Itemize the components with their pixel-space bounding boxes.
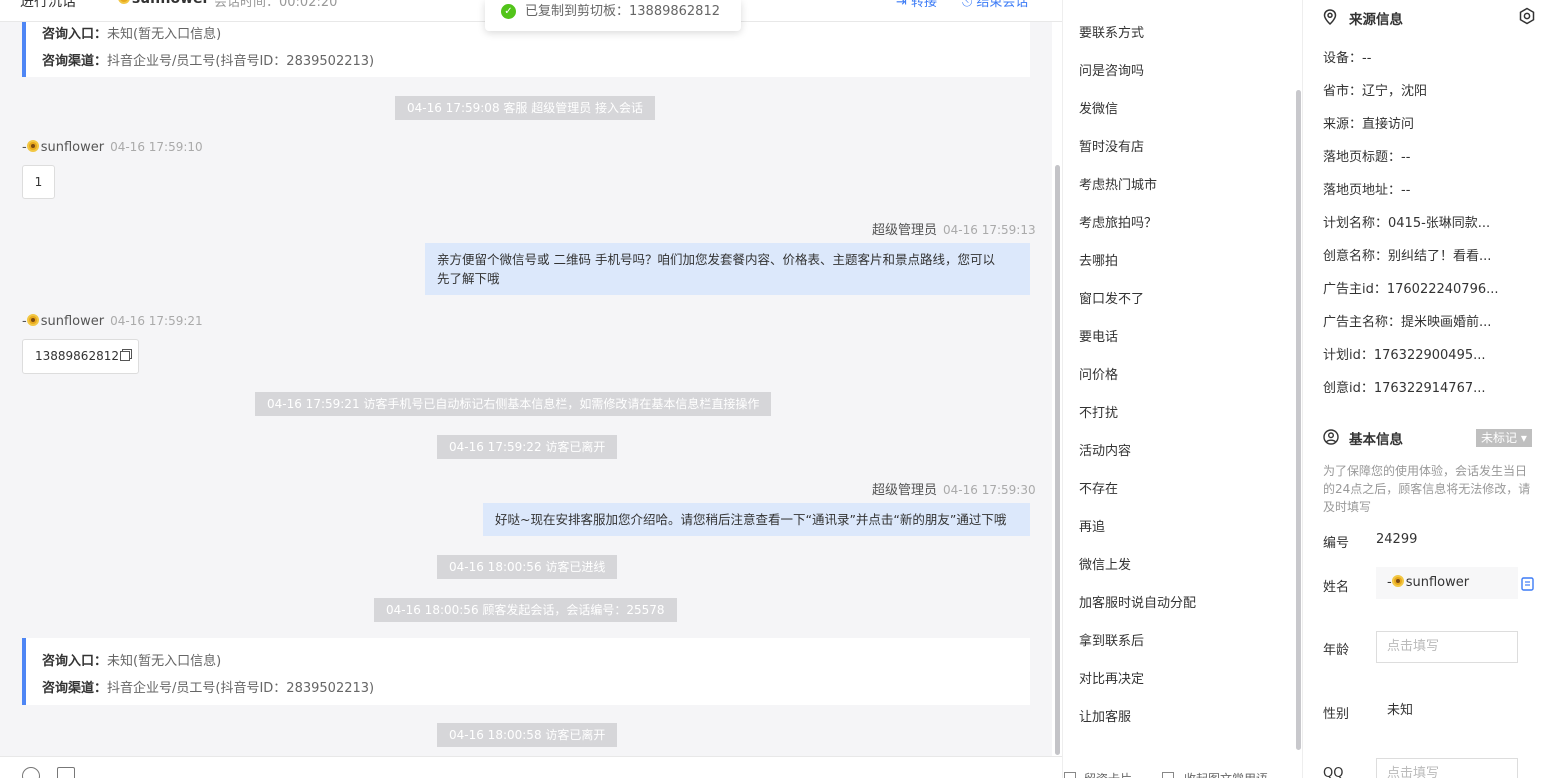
visitor-message: 13889862812 (22, 339, 139, 374)
agent-message: 好哒~现在安排客服加您介绍哈。请您稍后注意查看一下“通讯录”并点击“新的朋友”通… (483, 503, 1030, 536)
quick-reply-item[interactable]: 微信上发 (1079, 554, 1131, 573)
system-message: 04-16 17:59:08 客服 超级管理员 接入会话 (395, 96, 656, 120)
name-field[interactable]: - sunflower (1376, 567, 1518, 599)
entry-row: 咨询入口：未知(暂无入口信息) (42, 654, 222, 669)
quick-replies-panel: 要联系方式 问是咨询吗 发微信 暂时没有店 考虑热门城市 考虑旅拍吗？ 去哪拍 … (1062, 0, 1302, 778)
system-message: 04-16 17:59:22 访客已离开 (437, 435, 618, 459)
mark-status-dropdown[interactable]: 未标记 ▾ (1476, 429, 1532, 447)
landing-page-url: 落地页地址：-- (1323, 183, 1411, 198)
sunflower-avatar-icon (26, 140, 39, 152)
settings-icon[interactable] (1518, 7, 1536, 25)
sunflower-avatar-icon (26, 314, 39, 326)
source-device: 设备：-- (1323, 51, 1372, 66)
image-icon[interactable] (57, 767, 75, 778)
card-icon (1064, 772, 1076, 778)
edit-hint: 为了保障您的使用体验，会话发生当日的24点之后，顾客信息将无法修改，请及时填写 (1323, 464, 1531, 514)
quick-reply-item[interactable]: 问价格 (1079, 364, 1118, 383)
lead-card-button[interactable]: 留资卡片 (1084, 770, 1132, 778)
age-input[interactable]: 点击填写 (1376, 631, 1518, 663)
sunflower-avatar-icon (1391, 575, 1404, 587)
quick-reply-item[interactable]: 考虑旅拍吗？ (1079, 212, 1157, 231)
sunflower-avatar-icon (117, 0, 130, 4)
chat-visitor-name: -sunflower (112, 0, 209, 7)
quick-reply-item[interactable]: 考虑热门城市 (1079, 174, 1157, 193)
quick-reply-item[interactable]: 暂时没有店 (1079, 136, 1144, 155)
source-channel: 来源：直接访问 (1323, 117, 1415, 132)
advertiser-id: 广告主id：176022240796... (1323, 282, 1499, 297)
creative-name: 创意名称：别纠结了！看看... (1323, 249, 1492, 264)
visitor-meta: - sunflower 04-16 17:59:21 (22, 314, 203, 329)
creative-id: 创意id：176322914767... (1323, 381, 1486, 396)
chat-input-toolbar (0, 756, 1062, 778)
collapse-quick-replies-button[interactable]: 收起图文常用语 (1184, 770, 1268, 778)
consult-info-card: 咨询入口：未知(暂无入口信息) 咨询渠道：抖音企业号/员工号(抖音号ID：283… (22, 638, 1030, 705)
system-message: 04-16 18:00:58 访客已离开 (437, 723, 618, 747)
plan-name: 计划名称：0415-张琳同款... (1323, 216, 1491, 231)
quick-reply-item[interactable]: 要电话 (1079, 326, 1118, 345)
qq-input[interactable]: 点击填写 (1376, 758, 1518, 778)
agent-meta: 超级管理员 04-16 17:59:30 (872, 483, 1036, 498)
agent-meta: 超级管理员 04-16 17:59:13 (872, 223, 1036, 238)
quick-reply-item[interactable]: 加客服时说自动分配 (1079, 592, 1196, 611)
plan-id: 计划id：176322900495... (1323, 348, 1486, 363)
copy-icon[interactable] (1521, 577, 1534, 591)
customer-info-panel: 来源信息 设备：-- 省市：辽宁，沈阳 来源：直接访问 落地页标题：-- 落地页… (1302, 0, 1543, 778)
transfer-button[interactable]: ⇥ 转接 (896, 0, 937, 10)
age-label: 年龄 (1323, 643, 1350, 658)
session-duration: 会话时间：00:02:20 (214, 0, 338, 10)
id-value: 24299 (1376, 532, 1418, 547)
channel-row: 咨询渠道：抖音企业号/员工号(抖音号ID：2839502213) (42, 54, 375, 69)
entry-row: 咨询入口：未知(暂无入口信息) (42, 27, 222, 42)
gender-select[interactable]: 未知 (1376, 695, 1518, 727)
quick-reply-item[interactable]: 要联系方式 (1079, 22, 1144, 41)
chat-scrollbar-thumb[interactable] (1055, 165, 1060, 755)
system-message: 04-16 18:00:56 顾客发起会话，会话编号：25578 (374, 598, 677, 622)
success-check-icon: ✓ (501, 4, 516, 19)
quick-reply-item[interactable]: 不存在 (1079, 478, 1118, 497)
gender-label: 性别 (1323, 707, 1350, 722)
name-label: 姓名 (1323, 580, 1350, 595)
system-message: 04-16 18:00:56 访客已进线 (437, 555, 618, 579)
quick-reply-item[interactable]: 不打扰 (1079, 402, 1118, 421)
location-pin-icon (1323, 9, 1337, 25)
source-info-title: 来源信息 (1349, 12, 1403, 28)
copy-icon[interactable] (119, 351, 130, 361)
source-region: 省市：辽宁，沈阳 (1323, 84, 1428, 99)
chat-panel: 进行沉话 -sunflower 会话时间：00:02:20 ⇥ 转接 ⎋ 结束会… (0, 0, 1062, 778)
advertiser-name: 广告主名称：提米映画婚前... (1323, 315, 1492, 330)
end-session-button[interactable]: ⎋ 结束会话 (962, 0, 1028, 10)
quick-reply-item[interactable]: 再追 (1079, 516, 1105, 535)
chat-title: 进行沉话 (20, 0, 76, 10)
quick-reply-item[interactable]: 问是咨询吗 (1079, 60, 1144, 79)
landing-page-title: 落地页标题：-- (1323, 150, 1411, 165)
quick-replies-footer: 留资卡片 收起图文常用语 (1062, 762, 1302, 778)
visitor-meta: - sunflower 04-16 17:59:10 (22, 140, 203, 155)
system-message: 04-16 17:59:21 访客手机号已自动标记右侧基本信息栏，如需修改请在基… (255, 392, 772, 416)
quick-reply-item[interactable]: 对比再决定 (1079, 668, 1144, 687)
agent-message: 亲方便留个微信号或 二维码 手机号吗？咱们加您发套餐内容、价格表、主题客片和景点… (425, 243, 1030, 295)
quick-reply-item[interactable]: 拿到联系后 (1079, 630, 1144, 649)
quick-reply-item[interactable]: 活动内容 (1079, 440, 1131, 459)
quick-reply-item[interactable]: 发微信 (1079, 98, 1118, 117)
channel-row: 咨询渠道：抖音企业号/员工号(抖音号ID：2839502213) (42, 681, 375, 696)
visitor-message: 1 (22, 165, 55, 199)
quick-reply-item[interactable]: 窗口发不了 (1079, 288, 1144, 307)
qq-label: QQ (1323, 766, 1344, 778)
quick-reply-item[interactable]: 去哪拍 (1079, 250, 1118, 269)
emoji-icon[interactable] (22, 767, 40, 778)
copy-toast: ✓ 已复制到剪切板：13889862812 (485, 0, 741, 31)
id-label: 编号 (1323, 536, 1350, 551)
quick-replies-scrollbar[interactable] (1296, 90, 1301, 750)
quick-reply-item[interactable]: 让加客服 (1079, 706, 1131, 725)
basic-info-title: 基本信息 (1349, 432, 1403, 448)
collapse-icon (1162, 772, 1174, 778)
user-circle-icon (1323, 429, 1339, 445)
